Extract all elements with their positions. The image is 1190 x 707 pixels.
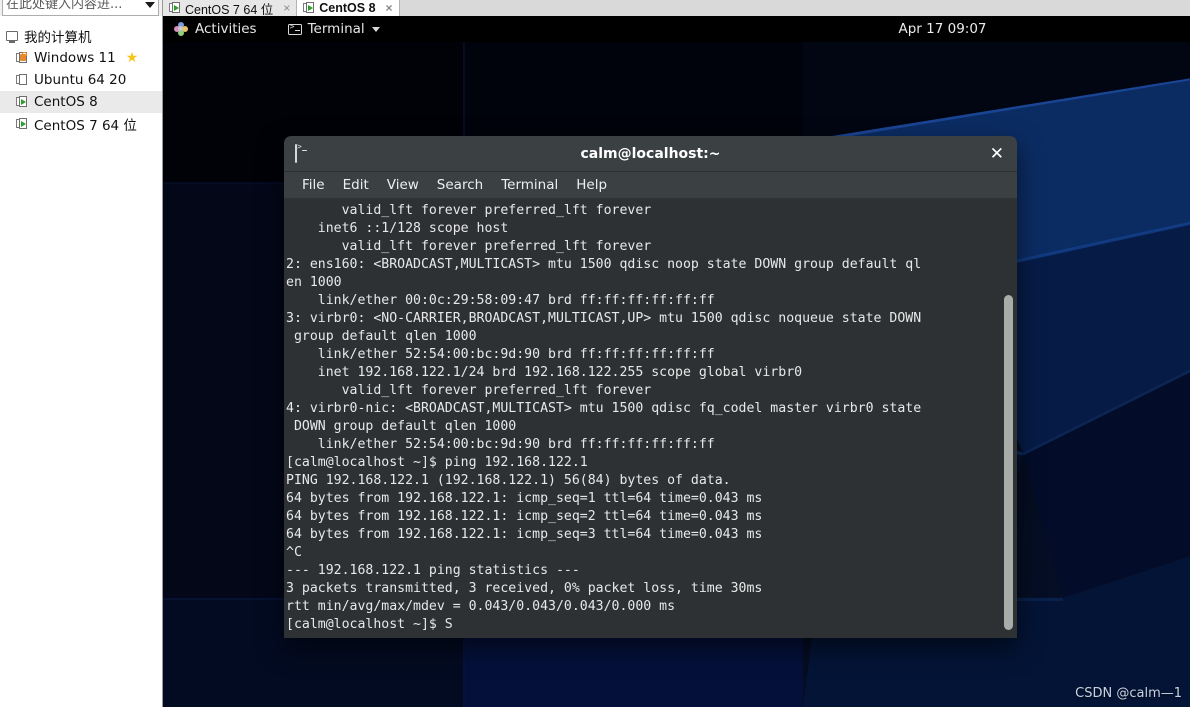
menu-item-file[interactable]: File (293, 172, 334, 199)
terminal-line: DOWN group default qlen 1000 (286, 419, 517, 434)
terminal-menubar: File Edit View Search Terminal Help (284, 172, 1017, 199)
vm-powered-icon (303, 2, 315, 14)
menu-item-search[interactable]: Search (428, 172, 492, 199)
terminal-line: valid_lft forever preferred_lft forever (286, 203, 652, 218)
sidebar-item-label: Windows 11 (34, 50, 116, 66)
activities-button[interactable]: Activities (163, 16, 266, 42)
terminal-line: 2: ens160: <BROADCAST,MULTICAST> mtu 150… (286, 257, 922, 272)
terminal-scrollbar[interactable] (1001, 199, 1015, 638)
vm-tab-label: CentOS 8 (319, 1, 376, 15)
vm-locked-icon (16, 52, 28, 64)
terminal-line: valid_lft forever preferred_lft forever (286, 383, 652, 398)
terminal-line: PING 192.168.122.1 (192.168.122.1) 56(84… (286, 473, 731, 488)
sidebar-item-centos-8[interactable]: CentOS 8 (0, 91, 162, 113)
menu-item-view[interactable]: View (378, 172, 428, 199)
vm-off-icon (16, 74, 28, 86)
close-icon[interactable]: × (386, 1, 393, 15)
sidebar-item-centos-7-64[interactable]: CentOS 7 64 位 (0, 113, 162, 135)
terminal-line: link/ether 52:54:00:bc:9d:90 brd ff:ff:f… (286, 347, 715, 362)
vmware-workstation-window: 在此处键入内容进... CentOS 7 64 位 × CentOS 8 × 我… (0, 0, 1190, 707)
menu-item-terminal[interactable]: Terminal (492, 172, 567, 199)
terminal-title: calm@localhost:~ (580, 145, 721, 162)
activities-label: Activities (195, 21, 257, 37)
terminal-line: 64 bytes from 192.168.122.1: icmp_seq=1 … (286, 491, 763, 506)
vm-tab-strip: CentOS 7 64 位 × CentOS 8 × (163, 0, 1190, 17)
close-button[interactable]: ✕ (990, 145, 1004, 162)
body-row: 我的计算机 Windows 11 ★ Ubuntu 64 20 CentOS 8… (0, 16, 1190, 707)
terminal-line: en 1000 (286, 275, 342, 290)
terminal-line: link/ether 00:0c:29:58:09:47 brd ff:ff:f… (286, 293, 715, 308)
top-row: 在此处键入内容进... CentOS 7 64 位 × CentOS 8 × (0, 0, 1190, 17)
terminal-line: rtt min/avg/max/mdev = 0.043/0.043/0.043… (286, 599, 676, 614)
terminal-line: 4: virbr0-nic: <BROADCAST,MULTICAST> mtu… (286, 401, 922, 416)
terminal-line: ^C (286, 545, 302, 560)
vm-tab-label: CentOS 7 64 位 (185, 2, 274, 17)
terminal-line: valid_lft forever preferred_lft forever (286, 239, 652, 254)
sidebar-item-ubuntu-64-20[interactable]: Ubuntu 64 20 (0, 69, 162, 91)
search-placeholder: 在此处键入内容进... (6, 0, 123, 12)
sidebar-item-label: CentOS 7 64 位 (34, 118, 137, 134)
search-input[interactable]: 在此处键入内容进... (2, 0, 159, 16)
sidebar-item-windows-11[interactable]: Windows 11 ★ (0, 47, 162, 69)
app-menu-label: Terminal (307, 21, 365, 37)
terminal-line: 64 bytes from 192.168.122.1: icmp_seq=2 … (286, 509, 763, 524)
csdn-watermark: CSDN @calm—1 (1075, 686, 1182, 701)
menu-item-help[interactable]: Help (567, 172, 616, 199)
library-search-cell: 在此处键入内容进... (0, 0, 163, 16)
terminal-output-text: valid_lft forever preferred_lft forever … (284, 202, 1017, 634)
clock-label: Apr 17 09:07 (898, 21, 987, 37)
vm-powered-icon (169, 2, 181, 14)
favorite-star-icon[interactable]: ★ (126, 50, 139, 66)
vm-tab-centos8[interactable]: CentOS 8 × (297, 0, 400, 16)
terminal-line: group default qlen 1000 (286, 329, 477, 344)
terminal-icon (295, 143, 297, 163)
terminal-window: calm@localhost:~ ✕ File Edit View Search… (284, 136, 1017, 638)
scrollbar-thumb[interactable] (1004, 295, 1013, 630)
terminal-line: inet 192.168.122.1/24 brd 192.168.122.25… (286, 365, 803, 380)
guest-screen: Activities Terminal Apr 17 09:07 cal (163, 16, 1190, 707)
terminal-output-area[interactable]: valid_lft forever preferred_lft forever … (284, 199, 1017, 638)
library-root-label: 我的计算机 (24, 30, 92, 46)
terminal-line: 3 packets transmitted, 3 received, 0% pa… (286, 581, 763, 596)
computer-icon (6, 31, 18, 43)
terminal-line: link/ether 52:54:00:bc:9d:90 brd ff:ff:f… (286, 437, 715, 452)
terminal-titlebar[interactable]: calm@localhost:~ ✕ (284, 136, 1017, 172)
vm-powered-icon (16, 96, 28, 108)
gnome-top-bar: Activities Terminal Apr 17 09:07 (163, 16, 1190, 42)
terminal-line: 64 bytes from 192.168.122.1: icmp_seq=3 … (286, 527, 763, 542)
menu-item-edit[interactable]: Edit (334, 172, 378, 199)
close-icon[interactable]: × (283, 1, 290, 15)
sidebar-item-label: CentOS 8 (34, 94, 98, 110)
sidebar-item-label: Ubuntu 64 20 (34, 72, 127, 88)
app-menu-button[interactable]: Terminal (280, 16, 388, 42)
vm-library-sidebar: 我的计算机 Windows 11 ★ Ubuntu 64 20 CentOS 8… (0, 16, 163, 707)
terminal-line: inet6 ::1/128 scope host (286, 221, 509, 236)
vm-powered-icon (16, 118, 28, 130)
terminal-line: [calm@localhost ~]$ ping 192.168.122.1 (286, 455, 588, 470)
chevron-down-icon[interactable] (145, 2, 155, 8)
terminal-line: 3: virbr0: <NO-CARRIER,BROADCAST,MULTICA… (286, 311, 922, 326)
tab-strip-filler (399, 0, 1190, 16)
terminal-icon (287, 22, 302, 35)
vm-tab-centos7[interactable]: CentOS 7 64 位 × (163, 0, 298, 17)
gnome-logo-icon (174, 22, 188, 36)
terminal-line: [calm@localhost ~]$ S (286, 617, 453, 632)
library-root-my-computer[interactable]: 我的计算机 (0, 25, 162, 47)
terminal-line: --- 192.168.122.1 ping statistics --- (286, 563, 580, 578)
chevron-down-icon (371, 26, 380, 32)
